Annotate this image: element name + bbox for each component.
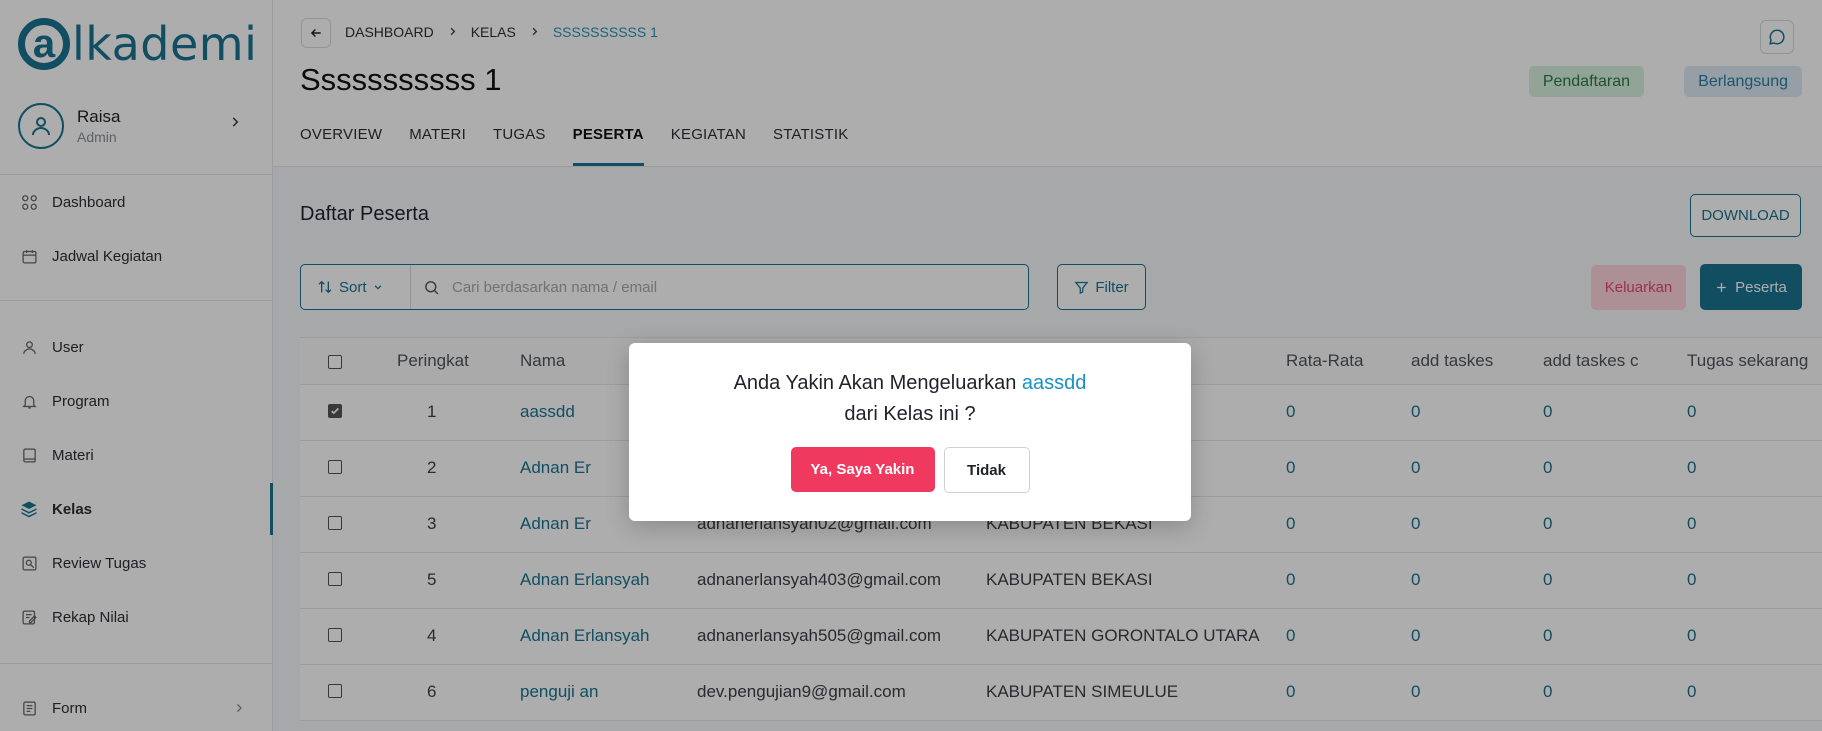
dialog-message-prefix: Anda Yakin Akan Mengeluarkan [733,372,1022,394]
dialog-target-name: aassdd [1021,372,1087,394]
cancel-button[interactable]: Tidak [943,447,1030,493]
dialog-message: Anda Yakin Akan Mengeluarkan aassdd [629,372,1191,395]
confirm-dialog: Anda Yakin Akan Mengeluarkan aassdd dari… [629,343,1191,521]
dialog-message-line2: dari Kelas ini ? [844,403,976,425]
confirm-button[interactable]: Ya, Saya Yakin [790,447,935,492]
